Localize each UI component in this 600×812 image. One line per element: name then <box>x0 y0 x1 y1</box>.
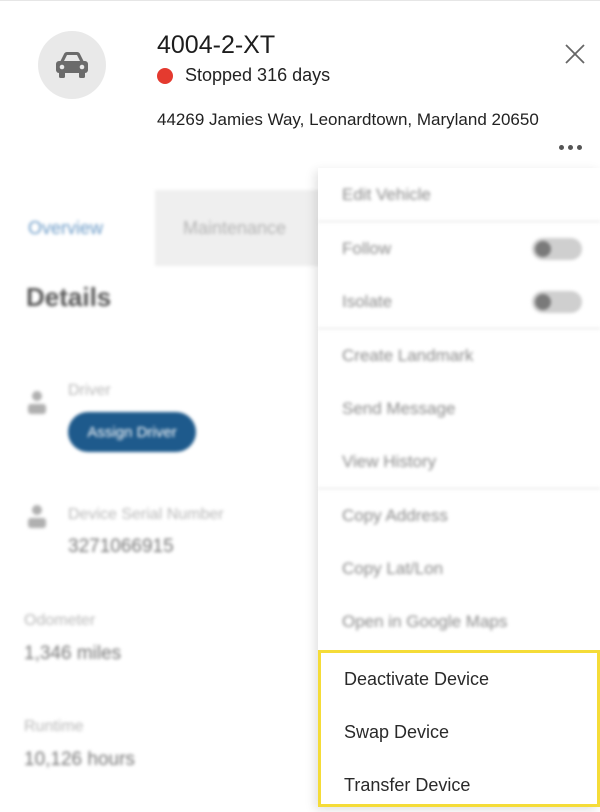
device-serial-value: 3271066915 <box>68 536 174 557</box>
menu-item-open-google-maps[interactable]: Open in Google Maps <box>318 595 600 648</box>
status-text: Stopped 316 days <box>185 65 331 85</box>
driver-person-icon <box>28 391 46 414</box>
close-button[interactable] <box>562 41 588 67</box>
more-horizontal-icon <box>558 144 564 150</box>
menu-item-follow[interactable]: Follow <box>318 222 600 275</box>
follow-toggle[interactable] <box>532 237 582 260</box>
close-icon <box>565 44 585 64</box>
driver-label: Driver <box>68 382 111 399</box>
device-actions-highlight: Deactivate Device Swap Device Transfer D… <box>318 650 600 807</box>
menu-item-swap-device[interactable]: Swap Device <box>321 706 597 759</box>
isolate-toggle[interactable] <box>532 290 582 313</box>
status-dot-icon <box>157 67 173 84</box>
vehicle-avatar <box>38 31 106 99</box>
assign-driver-button[interactable]: Assign Driver <box>68 412 196 452</box>
odometer-value: 1,346 miles <box>24 643 122 664</box>
device-serial-label: Device Serial Number <box>68 506 224 523</box>
menu-item-create-landmark[interactable]: Create Landmark <box>318 329 600 382</box>
runtime-label: Runtime <box>24 718 84 735</box>
vehicle-header: 4004-2-XT Stopped 316 days 44269 Jamies … <box>0 0 600 191</box>
vehicle-title: 4004-2-XT <box>157 31 276 59</box>
vehicle-address: 44269 Jamies Way, Leonardtown, Maryland … <box>157 110 539 129</box>
runtime-value: 10,126 hours <box>24 749 135 770</box>
menu-item-deactivate-device[interactable]: Deactivate Device <box>321 653 597 706</box>
menu-item-edit-vehicle[interactable]: Edit Vehicle <box>318 168 600 221</box>
vehicle-status: Stopped 316 days <box>157 65 330 86</box>
car-icon <box>56 52 88 78</box>
tab-overview[interactable]: Overview <box>0 190 155 266</box>
device-person-icon <box>28 505 46 528</box>
details-heading: Details <box>26 282 112 312</box>
menu-item-copy-latlon[interactable]: Copy Lat/Lon <box>318 542 600 595</box>
menu-item-view-history[interactable]: View History <box>318 435 600 488</box>
menu-item-send-message[interactable]: Send Message <box>318 382 600 435</box>
odometer-label: Odometer <box>24 612 96 629</box>
menu-item-copy-address[interactable]: Copy Address <box>318 489 600 542</box>
menu-item-isolate[interactable]: Isolate <box>318 275 600 328</box>
menu-item-transfer-device[interactable]: Transfer Device <box>321 759 597 812</box>
more-options-button[interactable] <box>552 137 588 157</box>
